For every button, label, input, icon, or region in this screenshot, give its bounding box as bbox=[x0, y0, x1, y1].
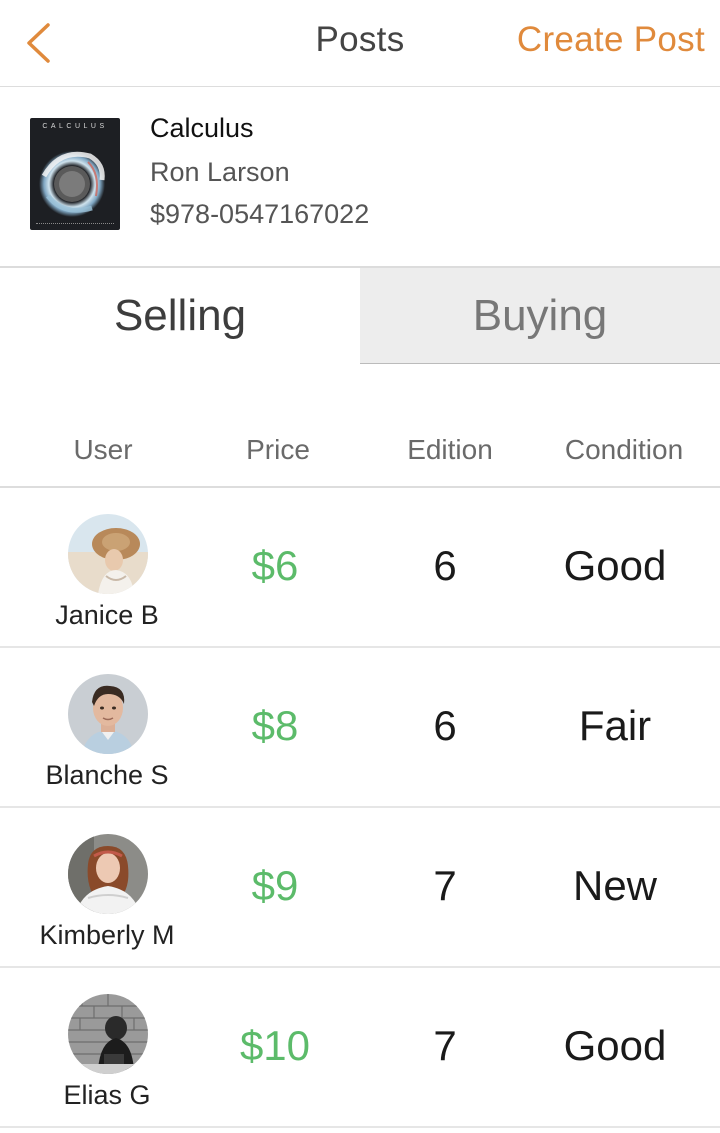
tab-selling[interactable]: Selling bbox=[0, 268, 360, 364]
posts-list: Janice B $6 6 Good Blanche S $8 6 Fair K… bbox=[0, 488, 720, 1128]
avatar bbox=[68, 994, 148, 1074]
top-nav-bar: Posts Create Post bbox=[0, 0, 720, 87]
avatar bbox=[68, 674, 148, 754]
create-post-button[interactable]: Create Post bbox=[517, 20, 705, 60]
avatar bbox=[68, 514, 148, 594]
tab-buying[interactable]: Buying bbox=[360, 268, 720, 364]
book-cover-image: CALCULUS bbox=[30, 118, 120, 230]
condition-value: Good bbox=[563, 542, 667, 589]
avatar bbox=[68, 834, 148, 914]
column-header-price: Price bbox=[246, 434, 310, 465]
price-value: $9 bbox=[251, 862, 299, 909]
book-isbn: $978-0547167022 bbox=[150, 199, 370, 229]
table-row[interactable]: Kimberly M $9 7 New bbox=[0, 808, 720, 968]
user-name: Elias G bbox=[63, 1080, 151, 1110]
column-header-user: User bbox=[73, 434, 133, 465]
user-name: Blanche S bbox=[45, 760, 169, 790]
price-value: $10 bbox=[239, 1022, 311, 1069]
edition-value: 6 bbox=[433, 702, 457, 749]
book-title: Calculus bbox=[150, 113, 254, 143]
condition-value: New bbox=[572, 862, 658, 909]
table-header: User Price Edition Condition bbox=[0, 420, 720, 488]
table-row[interactable]: Janice B $6 6 Good bbox=[0, 488, 720, 648]
column-header-edition: Edition bbox=[407, 434, 493, 465]
edition-value: 7 bbox=[433, 862, 457, 909]
price-value: $6 bbox=[251, 542, 299, 589]
table-row[interactable]: Blanche S $8 6 Fair bbox=[0, 648, 720, 808]
table-row[interactable]: Elias G $10 7 Good bbox=[0, 968, 720, 1128]
user-name: Janice B bbox=[55, 600, 159, 630]
condition-value: Good bbox=[563, 1022, 667, 1069]
posts-screen: Posts Create Post CALCULUS Calculus Ron … bbox=[0, 0, 720, 1133]
book-author: Ron Larson bbox=[150, 157, 290, 187]
user-name: Kimberly M bbox=[39, 920, 175, 950]
post-type-tabs: Selling Buying bbox=[0, 266, 720, 364]
column-header-condition: Condition bbox=[564, 434, 684, 465]
edition-value: 6 bbox=[433, 542, 457, 589]
price-value: $8 bbox=[251, 702, 299, 749]
book-summary: CALCULUS Calculus Ron Larson $978-054716… bbox=[0, 88, 720, 266]
edition-value: 7 bbox=[433, 1022, 457, 1069]
condition-value: Fair bbox=[578, 702, 652, 749]
